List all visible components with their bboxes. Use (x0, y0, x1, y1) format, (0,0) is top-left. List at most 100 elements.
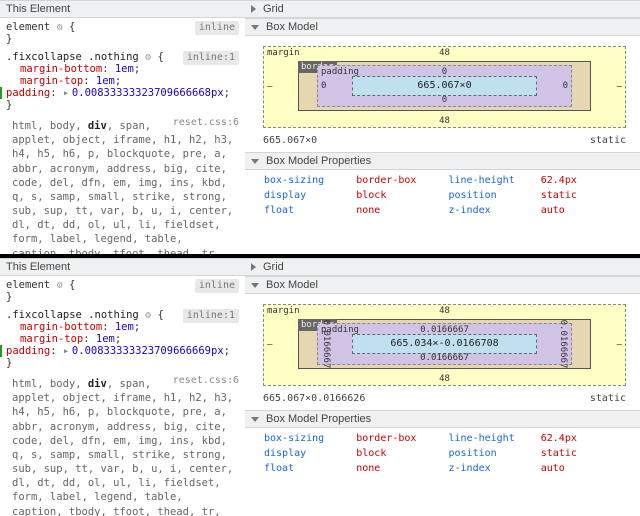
fixcollapse-rule[interactable]: .fixcollapse .nothing ⚙ { inline:1 margi… (0, 48, 245, 114)
gear-icon[interactable]: ⚙ (57, 280, 63, 291)
margin-box[interactable]: margin 48 48 – – border padding 0.016666… (263, 304, 626, 386)
margin-top-value[interactable]: 48 (439, 306, 450, 316)
padding-top-value[interactable]: 0.0166667 (420, 325, 469, 335)
box-model-props-header[interactable]: Box Model Properties (245, 152, 640, 170)
gear-icon[interactable]: ⚙ (145, 310, 151, 321)
margin-left-value[interactable]: – (267, 82, 272, 92)
prop-value[interactable]: 1em (96, 75, 115, 87)
prop-value[interactable]: static (538, 447, 628, 460)
prop-value[interactable]: 1em (96, 333, 115, 345)
prop-value[interactable]: 0.00833333323709666668px (72, 87, 224, 99)
table-row: floatnonez-indexauto (261, 462, 628, 475)
box-model-properties-table: box-sizingborder-boxline-height62.4px di… (245, 428, 640, 479)
this-element-header[interactable]: This Element (0, 258, 245, 276)
margin-bottom-value[interactable]: 48 (439, 116, 450, 126)
chevron-right-icon[interactable]: ▸ (63, 87, 72, 99)
prop-value[interactable]: none (353, 204, 443, 217)
prop-name[interactable]: z-index (446, 462, 536, 475)
margin-top-value[interactable]: 48 (439, 48, 450, 58)
padding-right-value[interactable]: 0.0166667 (558, 320, 568, 369)
reset-rule[interactable]: reset.css:6 html, body, div, span, apple… (0, 372, 245, 516)
prop-value[interactable]: block (353, 189, 443, 202)
prop-value[interactable]: auto (538, 462, 628, 475)
padding-box[interactable]: padding 0 0 0 0 665.067×0 (317, 65, 572, 107)
gear-icon[interactable]: ⚙ (145, 52, 151, 63)
margin-left-value[interactable]: – (267, 340, 272, 350)
reset-rule[interactable]: reset.css:6 html, body, div, html, body,… (0, 114, 245, 254)
prop-name[interactable]: line-height (446, 174, 536, 187)
prop-name[interactable]: margin-top (20, 333, 83, 345)
padding-right-value[interactable]: 0 (563, 81, 568, 91)
padding-bottom-value[interactable]: 0.0166667 (420, 353, 469, 363)
prop-value[interactable]: border-box (353, 432, 443, 445)
prop-name[interactable]: box-sizing (261, 174, 351, 187)
prop-name[interactable]: margin-bottom (20, 321, 102, 333)
source-badge[interactable]: inline (195, 279, 239, 293)
position-type: static (590, 135, 626, 146)
border-box[interactable]: border padding 0 0 0 0 665.067×0 (298, 61, 591, 111)
margin-box[interactable]: margin 48 48 – – border padding 0 0 0 0 … (263, 46, 626, 128)
source-link[interactable]: reset.css:6 (173, 117, 239, 128)
padding-left-value[interactable]: 0 (321, 81, 326, 91)
prop-value[interactable]: none (353, 462, 443, 475)
prop-value[interactable]: 62.4px (538, 432, 628, 445)
prop-name[interactable]: margin-bottom (20, 63, 102, 75)
rule-selector: element (6, 279, 50, 291)
source-badge[interactable]: inline (195, 21, 239, 35)
prop-value[interactable]: static (538, 189, 628, 202)
margin-right-value[interactable]: – (617, 340, 622, 350)
grid-header[interactable]: Grid (245, 258, 640, 276)
prop-value[interactable]: 62.4px (538, 174, 628, 187)
styles-pane: This Element element ⚙ { inline } .fixco… (0, 258, 245, 516)
prop-name[interactable]: padding (6, 87, 50, 99)
prop-name[interactable]: z-index (446, 204, 536, 217)
margin-right-value[interactable]: – (617, 82, 622, 92)
source-link[interactable]: reset.css:6 (173, 375, 239, 386)
rule-selector: element (6, 21, 50, 33)
margin-bottom-value[interactable]: 48 (439, 374, 450, 384)
prop-value[interactable]: 1em (115, 321, 134, 333)
prop-name[interactable]: display (261, 189, 351, 202)
prop-name[interactable]: position (446, 189, 536, 202)
prop-name[interactable]: padding (6, 345, 50, 357)
prop-value[interactable]: 1em (115, 63, 134, 75)
box-model-props-header[interactable]: Box Model Properties (245, 410, 640, 428)
prop-name[interactable]: margin-top (20, 75, 83, 87)
content-box[interactable]: 665.067×0 (352, 76, 537, 96)
prop-name[interactable]: float (261, 462, 351, 475)
chevron-down-icon (251, 159, 259, 164)
prop-value[interactable]: block (353, 447, 443, 460)
prop-name[interactable]: line-height (446, 432, 536, 445)
gear-icon[interactable]: ⚙ (57, 22, 63, 33)
grid-header[interactable]: Grid (245, 0, 640, 18)
padding-left-value[interactable]: 0.0166667 (321, 320, 331, 369)
prop-name[interactable]: display (261, 447, 351, 460)
element-rule[interactable]: element ⚙ { inline } (0, 18, 245, 48)
table-row: displayblockpositionstatic (261, 447, 628, 460)
fixcollapse-rule[interactable]: .fixcollapse .nothing ⚙ { inline:1 margi… (0, 306, 245, 372)
box-model-header[interactable]: Box Model (245, 18, 640, 36)
chevron-right-icon[interactable]: ▸ (63, 345, 72, 357)
source-badge[interactable]: inline:1 (183, 51, 239, 65)
this-element-header[interactable]: This Element (0, 0, 245, 18)
table-row: displayblockpositionstatic (261, 189, 628, 202)
box-model-diagram[interactable]: margin 48 48 – – border padding 0 0 0 0 … (245, 36, 640, 132)
prop-name[interactable]: box-sizing (261, 432, 351, 445)
content-size: 665.067×0 (263, 135, 317, 146)
box-model-diagram[interactable]: margin 48 48 – – border padding 0.016666… (245, 294, 640, 390)
padding-bottom-value[interactable]: 0 (442, 95, 447, 105)
prop-name[interactable]: float (261, 204, 351, 217)
prop-value[interactable]: auto (538, 204, 628, 217)
border-box[interactable]: border padding 0.0166667 0.0166667 0.016… (298, 319, 591, 369)
padding-box[interactable]: padding 0.0166667 0.0166667 0.0166667 0.… (317, 323, 572, 365)
prop-value[interactable]: 0.00833333323709666669px (72, 345, 224, 357)
element-rule[interactable]: element ⚙ { inline } (0, 276, 245, 306)
brace: { (69, 279, 75, 291)
source-badge[interactable]: inline:1 (183, 309, 239, 323)
prop-name[interactable]: position (446, 447, 536, 460)
box-model-header[interactable]: Box Model (245, 276, 640, 294)
padding-top-value[interactable]: 0 (442, 67, 447, 77)
prop-value[interactable]: border-box (353, 174, 443, 187)
content-box[interactable]: 665.034×-0.0166708 (352, 334, 537, 354)
brace: { (157, 51, 163, 63)
